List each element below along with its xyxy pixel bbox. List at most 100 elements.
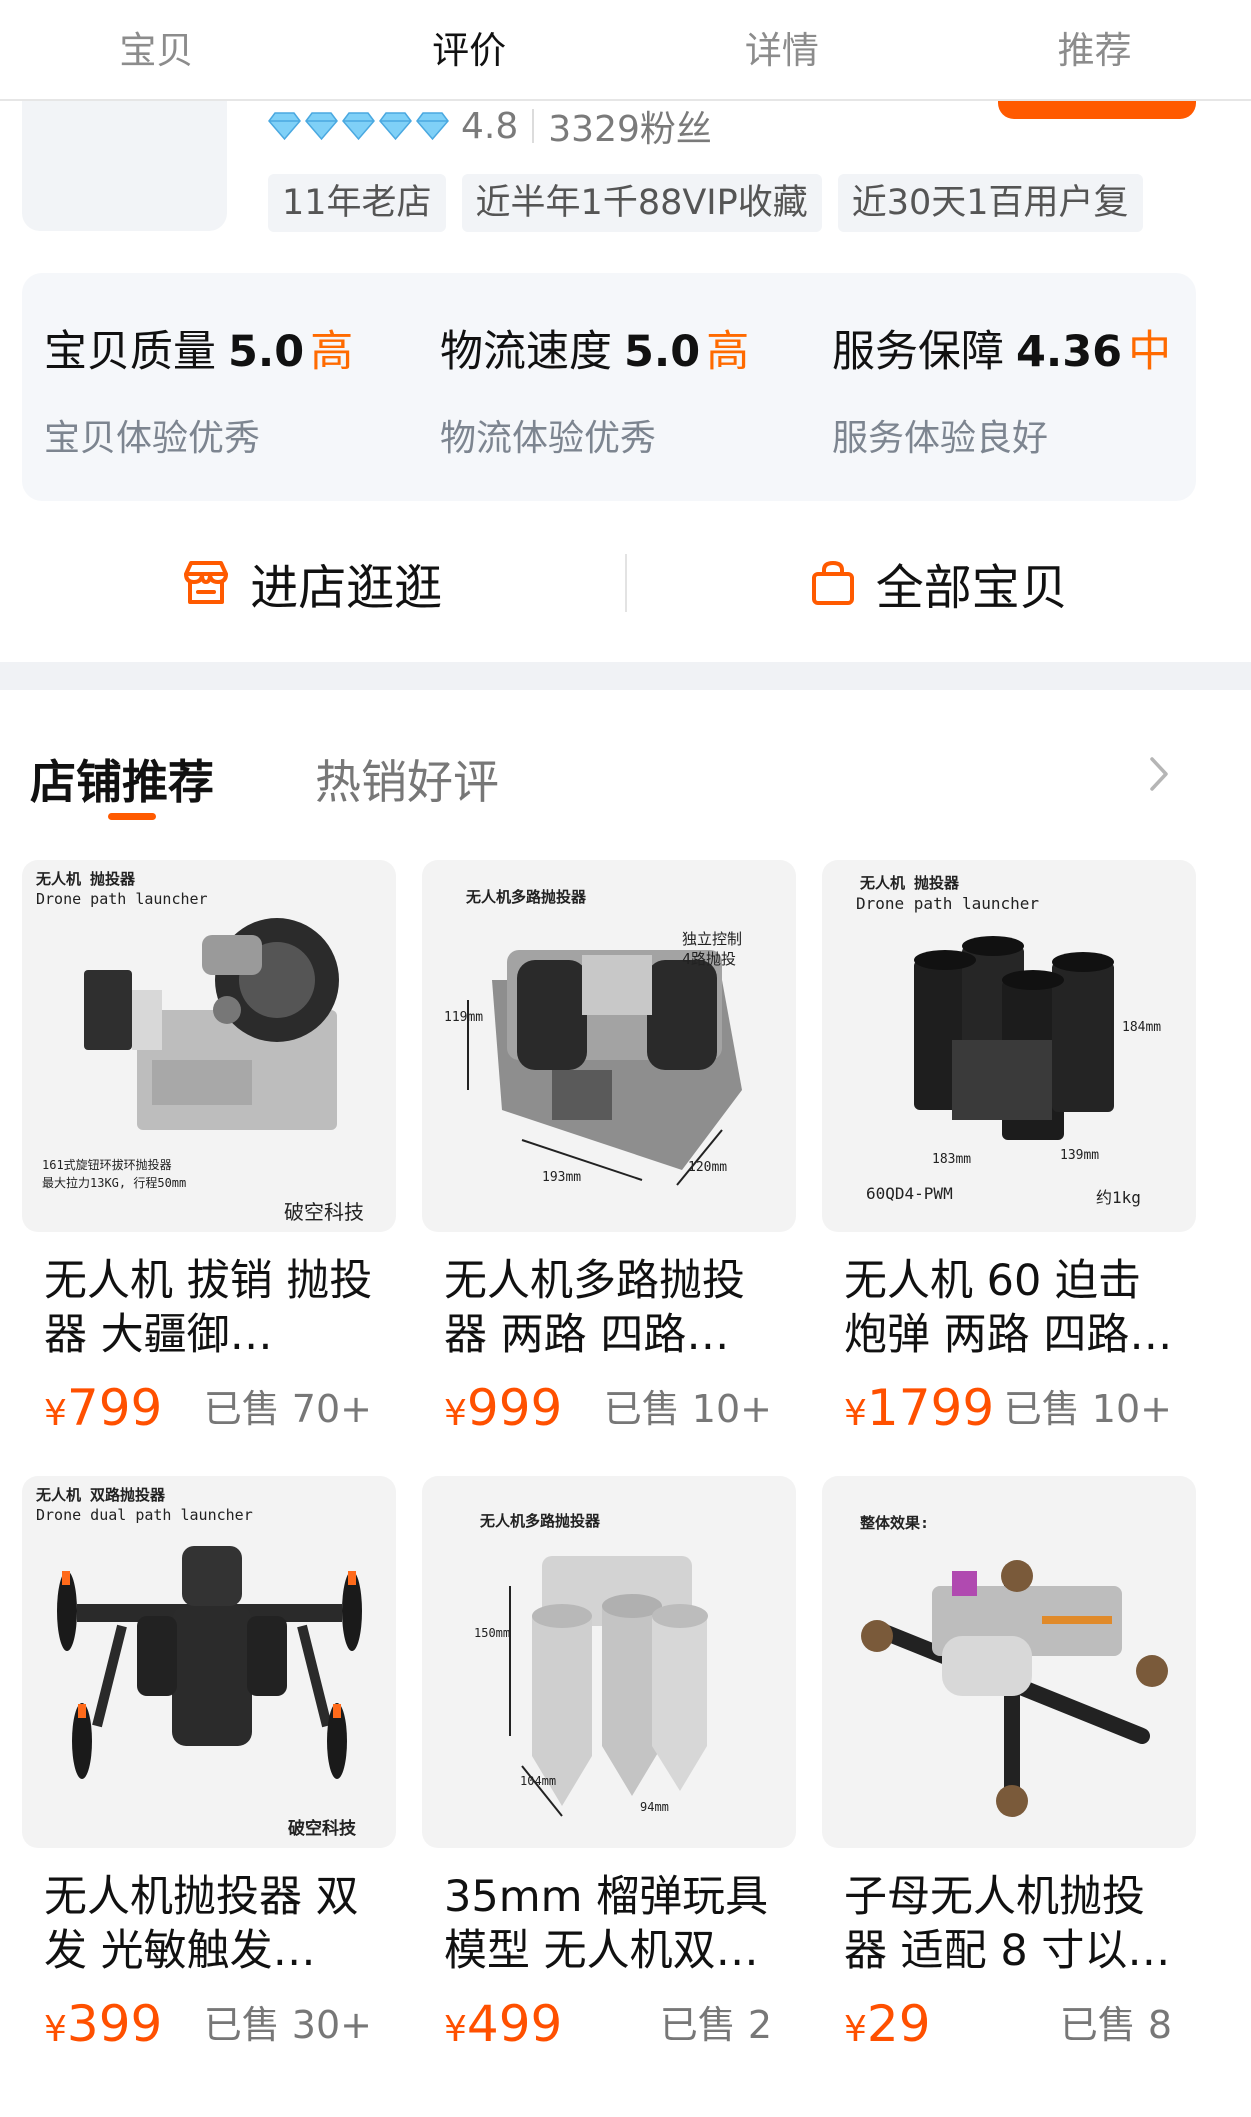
product-price: ¥399 [44, 1995, 163, 2053]
product-sold-count: 已售 10+ [603, 1387, 772, 1431]
product-title[interactable]: 无人机 拔销 抛投器 大疆御… [22, 1254, 374, 1362]
product-sold-count: 已售 70+ [203, 1387, 372, 1431]
product-price: ¥1799 [844, 1379, 995, 1437]
product-card[interactable]: 整体效果: 子母无人机抛投器 适配 8 寸以… ¥29 已售 8 [822, 1476, 1196, 2054]
image-caption: 139mm [1060, 1148, 1100, 1163]
diamond-icon [416, 112, 449, 141]
product-card[interactable]: 无人机多路抛投器 独立控制 4路抛投 119mm 193mm 120mm 无人机… [422, 860, 796, 1438]
image-caption: Drone dual path launcher [36, 1506, 253, 1524]
product-title[interactable]: 无人机 60 迫击炮弹 两路 四路… [822, 1254, 1174, 1362]
tab-shop-recommend[interactable]: 店铺推荐 [30, 746, 214, 812]
image-caption: 161式旋钮环拔环抛投器 [42, 1158, 172, 1172]
tab-items[interactable]: 宝贝 [0, 0, 313, 99]
image-caption: 无人机 双路抛投器 [36, 1486, 166, 1504]
product-sold-count: 已售 10+ [1003, 1387, 1172, 1431]
product-price: ¥799 [44, 1379, 163, 1437]
diamond-icon [268, 112, 301, 141]
image-caption: 最大拉力13KG, 行程50mm [42, 1176, 187, 1190]
image-caption: 无人机多路抛投器 [466, 888, 587, 906]
score-name: 物流速度 [440, 327, 612, 377]
diamond-rating [268, 111, 449, 141]
score-level: 高 [706, 327, 750, 377]
shopping-bag-icon [811, 560, 854, 605]
score-item-service: 服务保障 4.36 中 服务体验良好 [832, 317, 1171, 461]
score-description: 宝贝体验优秀 [44, 418, 261, 459]
image-caption: 119mm [444, 1010, 484, 1025]
product-illustration [467, 950, 742, 1186]
image-caption: 整体效果: [860, 1514, 930, 1532]
image-caption: 120mm [688, 1160, 728, 1175]
brand-watermark: 破空科技 [284, 1200, 364, 1224]
shop-tag: 11年老店 [268, 174, 446, 232]
shop-logo[interactable] [22, 101, 227, 231]
shop-rating-value: 4.8 [461, 105, 519, 147]
shop-followers: 3329粉丝 [548, 109, 712, 150]
image-caption: 183mm [932, 1152, 972, 1167]
product-image[interactable]: 整体效果: [822, 1476, 1196, 1848]
shop-score-panel: 宝贝质量 5.0 高 宝贝体验优秀 物流速度 5.0 高 物流体验优秀 服务保障 4.36… [22, 273, 1196, 501]
tab-reviews[interactable]: 评价 [313, 0, 626, 99]
image-caption: 4路抛投 [682, 950, 737, 968]
product-sold-count: 已售 2 [659, 2003, 772, 2047]
score-level: 中 [1128, 327, 1172, 377]
tab-details[interactable]: 详情 [626, 0, 939, 99]
product-image[interactable]: 无人机 双路抛投器 Drone dual path launcher 破空科技 [22, 1476, 396, 1848]
image-caption: 无人机 抛投器 [36, 870, 136, 888]
product-card[interactable]: 无人机 双路抛投器 Drone dual path launcher 破空科技 … [22, 1476, 396, 2054]
score-value: 5.0 [228, 327, 305, 377]
score-value: 5.0 [624, 327, 701, 377]
product-title[interactable]: 35mm 榴弹玩具模型 无人机双… [422, 1870, 774, 1978]
score-description: 服务体验良好 [832, 418, 1049, 459]
brand-watermark: 破空科技 [288, 1819, 356, 1839]
section-separator [0, 662, 1251, 690]
shop-rating-row: 4.8 3329粉丝 [268, 100, 712, 152]
tab-hot-reviews[interactable]: 热销好评 [315, 746, 499, 812]
score-value: 4.36 [1016, 327, 1123, 377]
visit-store-label: 进店逛逛 [250, 560, 443, 616]
shop-tag: 近30天1百用户复 [837, 174, 1143, 232]
image-caption: 193mm [542, 1170, 582, 1185]
diamond-icon [342, 112, 375, 141]
product-image[interactable]: 无人机 抛投器 Drone path launcher 161式旋钮环拔环抛投器… [22, 860, 396, 1232]
shop-tag: 近半年1千88VIP收藏 [461, 174, 822, 232]
product-image[interactable]: 无人机多路抛投器 独立控制 4路抛投 119mm 193mm 120mm [422, 860, 796, 1232]
image-caption: 184mm [1122, 1020, 1162, 1035]
all-items-label: 全部宝贝 [875, 560, 1068, 616]
product-image[interactable]: 无人机 抛投器 Drone path launcher 184mm 183mm … [822, 860, 1196, 1232]
score-item-quality: 宝贝质量 5.0 高 宝贝体验优秀 [44, 317, 353, 461]
product-card[interactable]: 无人机 抛投器 Drone path launcher 161式旋钮环拔环抛投器… [22, 860, 396, 1438]
follow-button[interactable] [998, 101, 1196, 119]
shop-tags: 11年老店 近半年1千88VIP收藏 近30天1百用户复 [268, 174, 1196, 232]
all-items-button[interactable]: 全部宝贝 [627, 548, 1251, 618]
score-description: 物流体验优秀 [440, 418, 657, 459]
store-icon [184, 561, 229, 604]
image-caption: 无人机多路抛投器 [480, 1512, 601, 1530]
score-name: 宝贝质量 [44, 327, 216, 377]
diamond-icon [305, 112, 338, 141]
image-caption: Drone path launcher [36, 890, 208, 908]
image-caption: 94mm [640, 1800, 669, 1814]
image-caption: 无人机 抛投器 [860, 874, 960, 892]
visit-store-button[interactable]: 进店逛逛 [0, 548, 625, 618]
product-title[interactable]: 无人机抛投器 双发 光敏触发… [22, 1870, 374, 1978]
divider [532, 109, 535, 143]
tab-recommend[interactable]: 推荐 [938, 0, 1251, 99]
shop-actions: 进店逛逛 全部宝贝 [0, 528, 1251, 638]
product-price: ¥29 [844, 1995, 931, 2053]
product-price: ¥999 [444, 1379, 563, 1437]
product-image[interactable]: 无人机多路抛投器 150mm 104mm 94mm [422, 1476, 796, 1848]
score-item-logistics: 物流速度 5.0 高 物流体验优秀 [440, 317, 749, 461]
image-caption: 150mm [474, 1626, 511, 1640]
product-card[interactable]: 无人机 抛投器 Drone path launcher 184mm 183mm … [822, 860, 1196, 1438]
product-illustration [57, 1546, 362, 1779]
product-illustration [509, 1556, 708, 1817]
image-caption: 约1kg [1096, 1188, 1141, 1207]
product-card[interactable]: 无人机多路抛投器 150mm 104mm 94mm 35mm 榴弹玩具模型 无人… [422, 1476, 796, 2054]
product-title[interactable]: 无人机多路抛投器 两路 四路… [422, 1254, 774, 1362]
image-caption: 104mm [520, 1774, 557, 1788]
image-caption: 60QD4-PWM [866, 1184, 953, 1203]
top-tab-bar: 宝贝 评价 详情 推荐 [0, 0, 1251, 101]
chevron-right-icon[interactable] [1148, 756, 1170, 792]
diamond-icon [379, 112, 412, 141]
product-title[interactable]: 子母无人机抛投器 适配 8 寸以… [822, 1870, 1174, 1978]
